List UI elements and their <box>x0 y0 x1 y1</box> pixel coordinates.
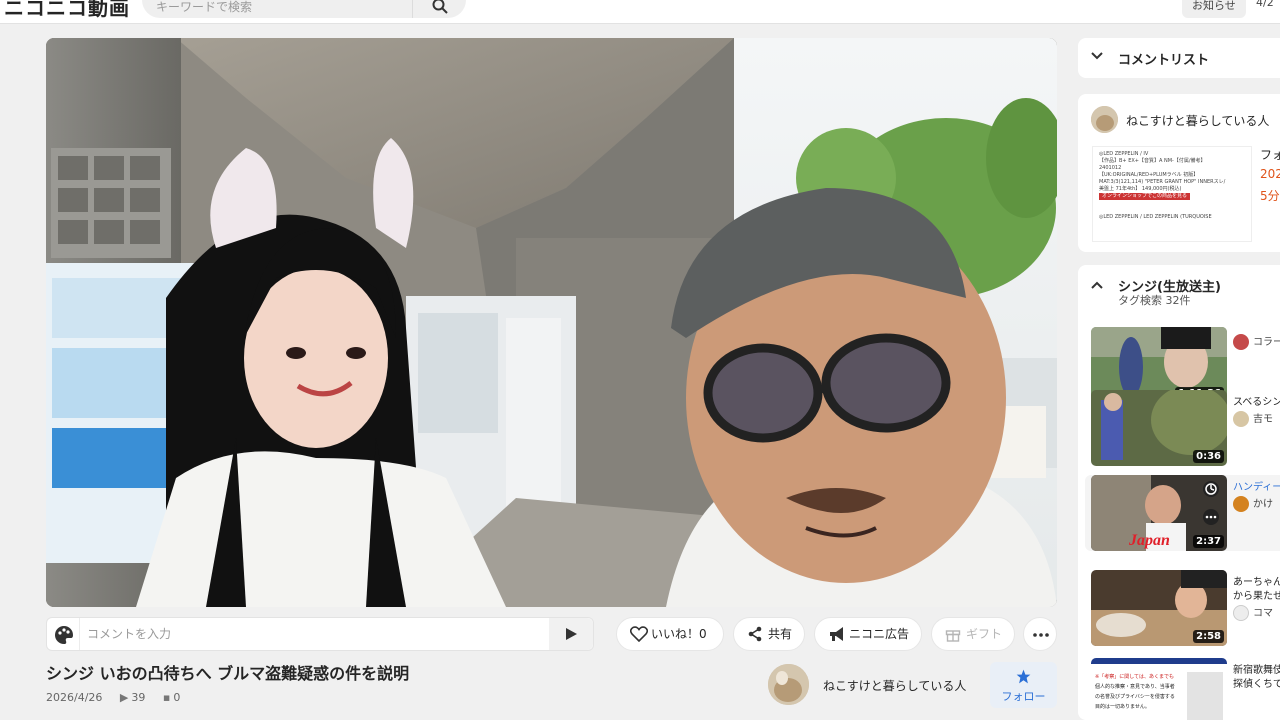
thumb-notice-line: ※「考察」に関しては、あくまでも <box>1095 673 1174 680</box>
video-frame <box>46 38 1057 607</box>
palette-icon <box>55 626 73 644</box>
gift-button[interactable]: ギフト <box>931 617 1015 651</box>
related-title-line: から果たせ <box>1233 591 1280 602</box>
comment-count-icon: ▪ <box>162 691 171 704</box>
ad-side-title: フォ <box>1260 148 1280 162</box>
search-button[interactable] <box>412 0 466 18</box>
star-icon <box>1016 669 1031 684</box>
duration-badge: 2:37 <box>1193 535 1224 548</box>
like-button[interactable]: いいね！0 <box>616 617 724 651</box>
related-channel: かけ <box>1233 495 1273 513</box>
search-placeholder[interactable]: キーワードで検索 <box>156 0 252 15</box>
related-title: スベるシン <box>1233 397 1280 408</box>
ad-line: MAT:3/3(121,114) "PETER GRANT HOP" INNER… <box>1099 179 1226 185</box>
nicoad-label: ニコニ広告 <box>849 627 910 641</box>
more-button[interactable] <box>1023 617 1057 651</box>
duration-badge: 0:36 <box>1193 450 1224 463</box>
ad-line: 【作品】B+ EX+【音質】A NM-【付属/備考】 <box>1099 158 1206 164</box>
comment-input[interactable] <box>81 618 547 650</box>
comment-list-title: コメントリスト <box>1118 53 1210 68</box>
tag-subtitle: タグ検索 32件 <box>1118 294 1191 307</box>
megaphone-icon <box>830 627 843 641</box>
related-video-item[interactable]: 0:36 スベるシン 吉モ <box>1091 390 1280 466</box>
related-video-item-current[interactable]: Japan 2:37 ハンディー かけ <box>1085 475 1280 551</box>
ad-side-date: 202 <box>1260 167 1280 181</box>
related-video-item[interactable]: 2:58 あーちゃんから果たせ コマ <box>1091 570 1280 646</box>
chevron-down-icon <box>1091 52 1103 60</box>
like-label: いいね！0 <box>651 627 707 641</box>
share-icon <box>748 626 762 642</box>
related-title: ハンディー <box>1233 482 1280 493</box>
ad-line: 2401012 <box>1099 165 1122 171</box>
ad-card: ねこすけと暮らしている人 ◎LED ZEPPELIN / IV 【作品】B+ E… <box>1078 94 1280 252</box>
ad-side-time: 5分 <box>1260 189 1280 203</box>
share-button[interactable]: 共有 <box>733 617 805 651</box>
related-title-line: 探偵くちで <box>1233 679 1280 690</box>
ad-line: 美盤上 71年4th】 149,000円(税込) <box>1099 186 1182 192</box>
search-box[interactable]: キーワードで検索 <box>142 0 466 18</box>
share-label: 共有 <box>768 627 793 641</box>
follow-label: フォロー <box>1001 690 1046 703</box>
related-channel: 吉モ <box>1233 410 1273 428</box>
related-title: あーちゃんから果たせ <box>1233 576 1280 604</box>
view-count: 39 <box>131 691 146 704</box>
related-thumbnail: ※「考察」に関しては、あくまでも 個人的な推察・意見であり、当事者 の名誉及びプ… <box>1091 658 1227 720</box>
comment-divider <box>79 618 80 650</box>
related-channel-name: 吉モ <box>1253 414 1273 425</box>
related-title-line: 新宿歌舞伎 <box>1233 665 1280 676</box>
related-thumbnail: Japan 2:37 <box>1091 475 1227 551</box>
ad-owner-avatar-image <box>1091 106 1118 133</box>
owner-name[interactable]: ねこすけと暮らしている人 <box>823 677 966 694</box>
gift-icon <box>945 630 961 642</box>
related-channel: コマ <box>1233 604 1273 622</box>
owner-avatar-image <box>768 664 809 705</box>
thumb-notice-line: 個人的な推察・意見であり、当事者 <box>1095 683 1175 690</box>
comment-palette-button[interactable] <box>51 622 77 648</box>
related-thumbnail: 2:58 <box>1091 570 1227 646</box>
comment-count: 0 <box>173 691 181 704</box>
header-date: 4/2 <box>1256 0 1274 9</box>
ad-banner[interactable]: ◎LED ZEPPELIN / IV 【作品】B+ EX+【音質】A NM-【付… <box>1092 146 1252 242</box>
notice-button[interactable]: お知らせ <box>1182 0 1246 18</box>
ad-owner-name[interactable]: ねこすけと暮らしている人 <box>1126 112 1269 129</box>
thumb-notice-line: の名誉及びプライバシーを侵害する <box>1095 693 1175 700</box>
send-icon <box>566 628 577 640</box>
heart-icon <box>630 626 648 642</box>
video-date: 2026/4/26 <box>46 691 103 704</box>
related-channel-name: コラー <box>1253 337 1280 348</box>
thumb-notice-line: 目的は一切ありません。 <box>1095 703 1150 710</box>
ad-line: 【UK:ORIGINAL/RED+PLUMラベル 初版】 <box>1099 172 1199 178</box>
related-title: 新宿歌舞伎探偵くちで <box>1233 664 1280 692</box>
related-channel-name: コマ <box>1253 608 1273 619</box>
related-channel: コラー <box>1233 333 1280 351</box>
comment-list-card[interactable]: コメントリスト <box>1078 38 1280 78</box>
more-icon <box>1033 633 1049 637</box>
related-channel-name: かけ <box>1253 499 1273 510</box>
comment-bar <box>46 617 594 651</box>
related-title-line: あーちゃん <box>1233 577 1280 588</box>
gift-label: ギフト <box>966 627 1003 641</box>
nicoad-button[interactable]: ニコニ広告 <box>814 617 922 651</box>
ad-line: ◎LED ZEPPELIN / IV <box>1099 151 1149 157</box>
video-meta: 2026/4/26 ▶ 39 ▪ 0 <box>46 691 180 704</box>
comment-send-button[interactable] <box>549 618 593 650</box>
ad-shop-link[interactable]: オンラインショップでこの商品を見る <box>1099 193 1191 200</box>
related-thumbnail: 0:36 <box>1091 390 1227 466</box>
site-header: ニコニコ動画 キーワードで検索 お知らせ 4/2 <box>0 0 1280 24</box>
niconico-logo[interactable]: ニコニコ動画 <box>4 0 130 21</box>
ad-owner-avatar[interactable] <box>1091 106 1118 133</box>
related-video-item[interactable]: ※「考察」に関しては、あくまでも 個人的な推察・意見であり、当事者 の名誉及びプ… <box>1091 658 1280 720</box>
chevron-up-icon[interactable] <box>1090 280 1104 290</box>
thumb-overlay-text: Japan <box>1128 532 1170 549</box>
follow-button[interactable]: フォロー <box>990 662 1057 708</box>
search-icon <box>432 0 448 14</box>
owner-avatar[interactable] <box>768 664 809 705</box>
ad-line: ◎LED ZEPPELIN / LED ZEPPELIN (TURQUOISE <box>1099 214 1212 220</box>
video-title: シンジ いおの凸待ちへ ブルマ盗難疑惑の件を説明 <box>46 664 410 683</box>
tag-series-card: シンジ(生放送主) タグ検索 32件 1:11:36 コラー 0:36 スベるシ… <box>1078 265 1280 720</box>
play-count-icon: ▶ <box>119 691 129 704</box>
duration-badge: 2:58 <box>1193 630 1224 643</box>
video-player[interactable] <box>46 38 1057 607</box>
